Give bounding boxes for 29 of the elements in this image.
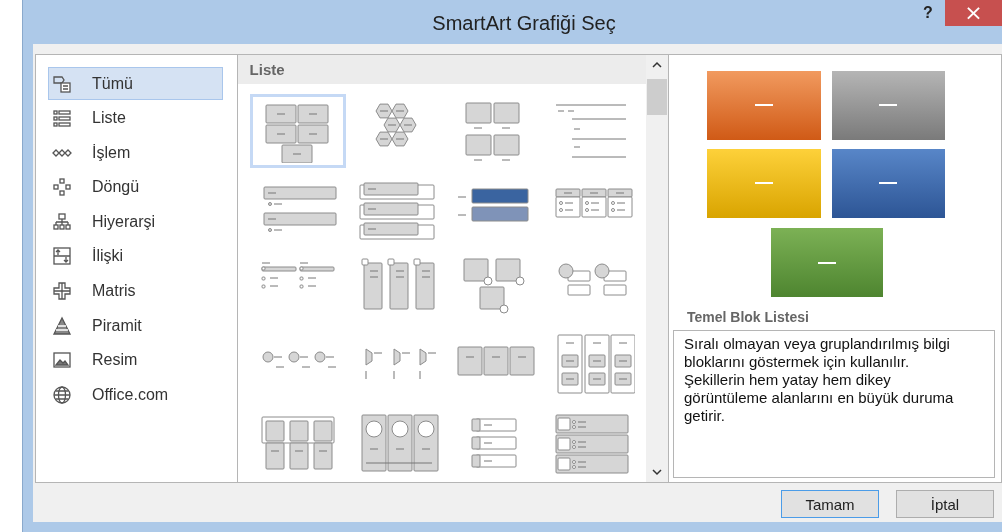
category-item[interactable]: Resim <box>48 343 223 377</box>
layout-thumbnail[interactable] <box>249 94 346 168</box>
help-button[interactable]: ? <box>915 0 941 26</box>
category-item[interactable]: Office.com <box>48 378 223 412</box>
scroll-up-icon[interactable] <box>652 61 662 69</box>
ok-button[interactable]: Tamam <box>781 490 879 518</box>
layout-description: Sıralı olmayan veya gruplandırılmış bilgi bloklarını göstermek için kullanılır. Şekillerin hem yatay hem dikey görüntüleme alanlarını en büyük duruma getirir. <box>673 330 995 478</box>
cancel-button[interactable]: İptal <box>896 490 994 518</box>
hierarchy-icon <box>52 211 72 232</box>
scroll-down-icon[interactable] <box>652 468 662 476</box>
matrix-icon <box>52 281 72 302</box>
section-heading: Liste <box>237 55 646 84</box>
window-title: SmartArt Grafiği Seç <box>431 11 617 36</box>
category-item[interactable]: Döngü <box>48 170 223 204</box>
picture-icon <box>52 350 72 371</box>
globe-icon <box>52 384 72 405</box>
scrollbar-thumb[interactable] <box>647 79 667 115</box>
category-item[interactable]: Piramit <box>48 309 223 343</box>
list-icon <box>52 108 72 129</box>
close-button[interactable]: × <box>945 0 1002 26</box>
category-item[interactable]: Liste <box>48 101 223 135</box>
scrollbar[interactable] <box>646 55 668 482</box>
category-item[interactable]: Hiyerarşi <box>48 205 223 239</box>
category-item[interactable]: Matris <box>48 274 223 308</box>
category-item[interactable]: İlişki <box>48 239 223 273</box>
category-item[interactable]: İşlem <box>48 136 223 170</box>
category-item[interactable]: Tümü <box>48 67 223 100</box>
layout-title: Temel Blok Listesi <box>686 309 810 325</box>
pyramid-icon <box>52 315 72 336</box>
